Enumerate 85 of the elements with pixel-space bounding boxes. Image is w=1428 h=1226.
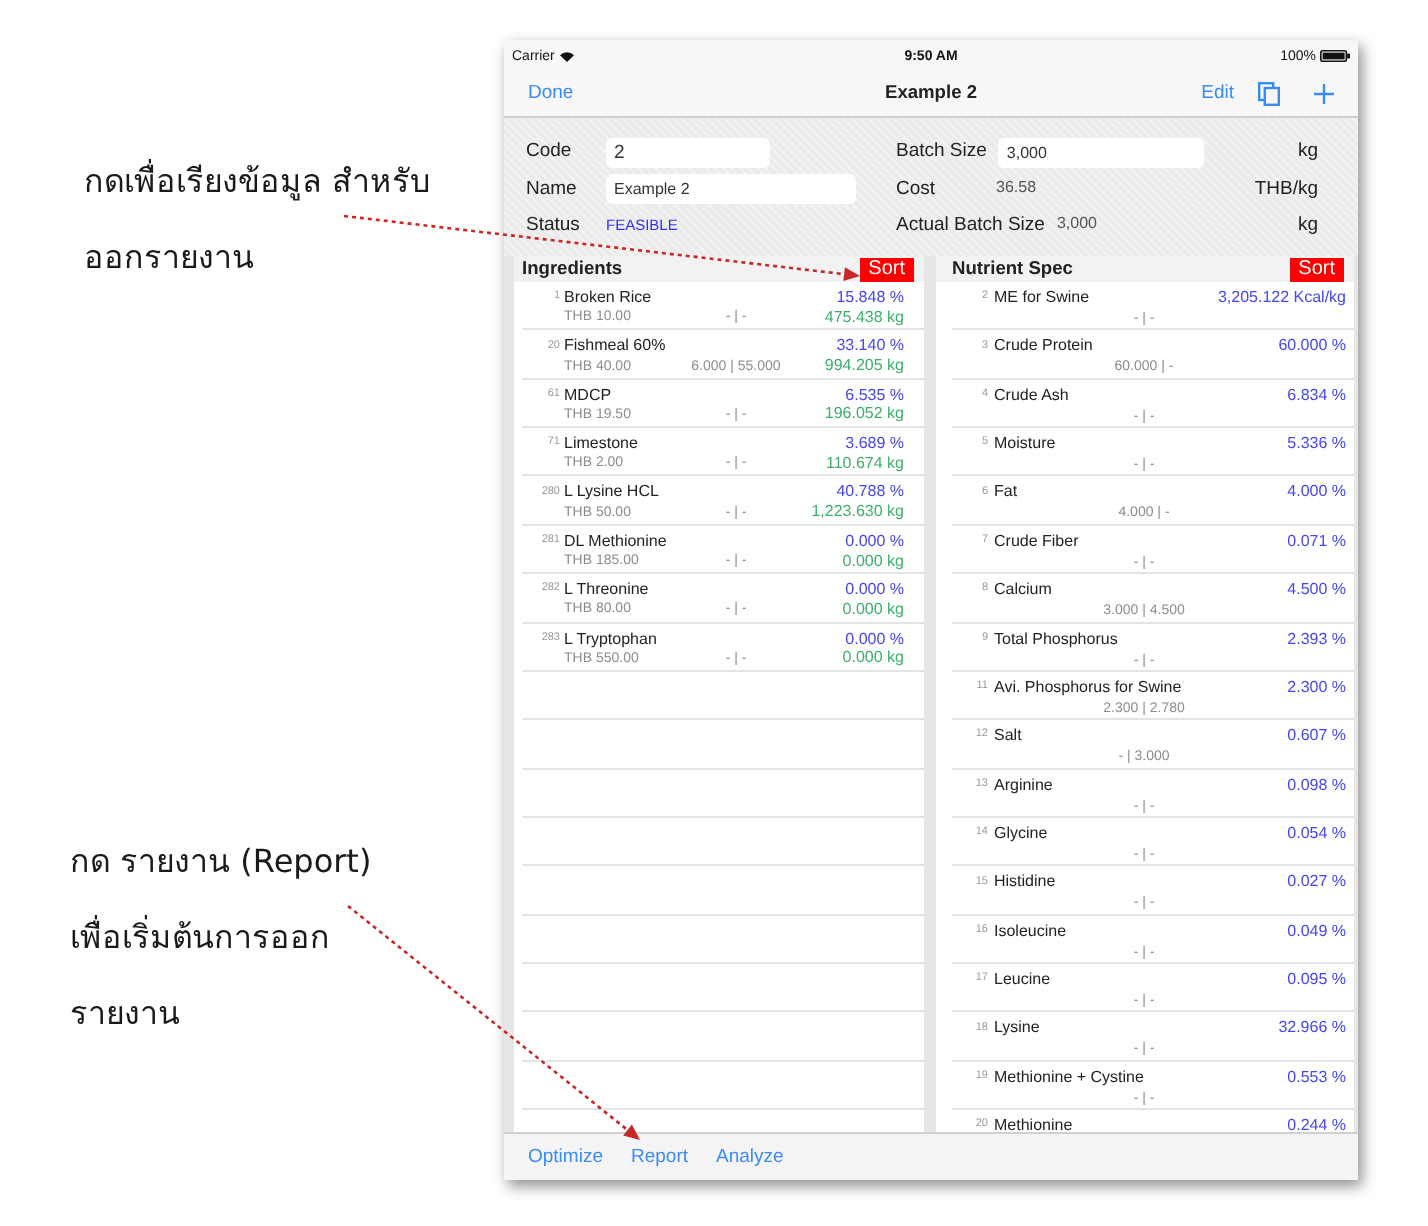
nutrient-value: 0.027 % [1287, 874, 1346, 891]
nutrient-value: 0.607 % [1287, 728, 1346, 745]
field-label: Status [526, 215, 582, 235]
nutrient-value: 0.095 % [1287, 972, 1346, 989]
sort-button[interactable]: Sort [859, 257, 914, 281]
nutrient-value: 4.000 % [1287, 484, 1346, 501]
ingredient-name: L Tryptophan [564, 631, 659, 648]
ingredient-amount: 0.000 kg [842, 650, 904, 667]
ingredient-name: MDCP [564, 387, 614, 404]
nutrient-value: 32.966 % [1278, 1020, 1346, 1037]
nutrient-value: 5.336 % [1287, 436, 1346, 453]
nutrient-value: 0.049 % [1287, 923, 1346, 940]
ingredient-name: Limestone [564, 436, 640, 453]
field-label: Actual Batch Size [896, 215, 1047, 235]
nutrient-name: Glycine [994, 825, 1050, 842]
panel-title: Nutrient Spec [952, 259, 1073, 279]
ingredient-name: L Threonine [564, 582, 651, 599]
nutrient-name: Fat [994, 484, 1020, 501]
ingredient-percent: 0.000 % [845, 582, 904, 599]
annotation-text: กด รายงาน (Report) เพื่อเริ่มต้นการออก รายงาน [70, 839, 372, 1037]
nutrient-name: Crude Fiber [994, 533, 1081, 550]
ingredient-amount: 0.000 kg [842, 553, 904, 570]
text-field[interactable]: 3,000 [998, 137, 1205, 168]
nutrient-value: 0.553 % [1287, 1069, 1346, 1086]
ingredient-name: DL Methionine [564, 533, 669, 550]
ingredient-name: Fishmeal 60% [564, 338, 668, 355]
nutrient-name: Arginine [994, 777, 1055, 794]
wifi-icon [560, 51, 575, 61]
field-label: Name [526, 179, 579, 199]
nutrient-name: Total Phosphorus [994, 631, 1120, 648]
unit-label: THB/kg [1254, 179, 1318, 199]
annotation-text: กดเพื่อเรียงข้อมูล สำหรับ ออกรายงาน [84, 157, 431, 281]
plus-icon[interactable] [1314, 84, 1334, 104]
ingredient-name: L Lysine HCL [564, 484, 661, 501]
ingredient-amount: 1,223.630 kg [811, 504, 904, 521]
nutrient-name: Crude Ash [994, 387, 1071, 404]
nutrient-name: Methionine + Cystine [994, 1069, 1146, 1086]
nutrient-name: Crude Protein [994, 338, 1095, 355]
nutrient-name: Leucine [994, 972, 1053, 989]
nutrient-name: Avi. Phosphorus for Swine [994, 679, 1184, 696]
nutrient-name: Methionine [994, 1118, 1075, 1132]
nutrient-value: 0.244 % [1287, 1118, 1346, 1132]
ingredient-name: Broken Rice [564, 290, 654, 306]
nutrient-value: 60.000 % [1278, 338, 1346, 355]
unit-label: kg [1297, 142, 1318, 162]
nutrient-value: 2.300 % [1287, 679, 1346, 696]
battery-icon [1320, 50, 1350, 62]
nutrient-value: 2.393 % [1287, 631, 1346, 648]
nutrient-name: Salt [994, 728, 1024, 745]
copy-icon[interactable] [1258, 82, 1280, 106]
ingredient-amount: 994.205 kg [824, 358, 904, 375]
field-label: Cost [896, 179, 938, 199]
nutrient-value: 4.500 % [1287, 582, 1346, 599]
ingredient-percent: 0.000 % [845, 533, 904, 550]
nutrient-name: Moisture [994, 436, 1058, 453]
ingredient-percent: 6.535 % [845, 387, 904, 404]
field-label: Code [526, 142, 574, 162]
ingredient-percent: 40.788 % [836, 484, 904, 501]
nutrient-value: 0.054 % [1287, 825, 1346, 842]
ingredient-amount: 475.438 kg [824, 309, 904, 326]
nutrient-value: 0.098 % [1287, 777, 1346, 794]
nutrient-name: Isoleucine [994, 923, 1069, 940]
nutrient-value: 3,205.122 Kcal/kg [1217, 290, 1346, 306]
field-value: 36.58 [996, 180, 1037, 197]
ingredient-amount: 110.674 kg [826, 455, 904, 472]
nutrient-name: ME for Swine [994, 290, 1092, 306]
ingredient-amount: 0.000 kg [842, 601, 904, 618]
text-field[interactable]: 2 [606, 137, 770, 168]
nutrient-name: Histidine [994, 874, 1058, 891]
nutrient-name: Calcium [994, 582, 1054, 599]
field-label: Batch Size [896, 142, 989, 162]
nutrient-value: 6.834 % [1287, 387, 1346, 404]
field-value: 3,000 [1056, 216, 1097, 233]
window-title: Example 2 [885, 84, 977, 104]
ingredient-percent: 15.848 % [836, 290, 904, 306]
panel-title: Ingredients [522, 259, 623, 279]
unit-label: kg [1297, 215, 1318, 235]
ingredient-percent: 0.000 % [845, 631, 904, 648]
ingredient-percent: 33.140 % [836, 338, 904, 355]
ingredient-percent: 3.689 % [845, 436, 904, 453]
text-field[interactable]: Example 2 [606, 173, 856, 204]
nutrient-value: 0.071 % [1287, 533, 1346, 550]
sort-button[interactable]: Sort [1289, 257, 1344, 281]
ingredient-amount: 196.052 kg [824, 406, 904, 423]
nutrient-name: Lysine [994, 1020, 1042, 1037]
